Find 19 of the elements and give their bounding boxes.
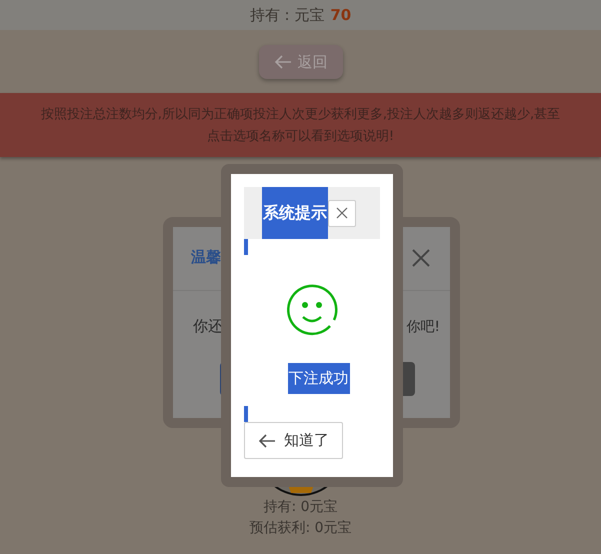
close-button[interactable] xyxy=(328,200,356,226)
close-icon xyxy=(336,207,348,219)
accent-bar xyxy=(244,239,248,255)
success-message: 下注成功 xyxy=(288,363,350,394)
estimated-profit-text: 预估获利: 0元宝 xyxy=(249,519,352,538)
balance-amount: 70 xyxy=(330,6,352,24)
notice-text: 点击选项名称可以看到选项说明! xyxy=(206,128,394,145)
balance-label: 持有 : 元宝 xyxy=(250,6,324,24)
arrow-left-icon xyxy=(274,54,292,70)
acknowledge-button[interactable]: 知道了 xyxy=(244,422,343,459)
smiley-icon xyxy=(286,284,338,336)
held-text: 持有: 0元宝 xyxy=(263,498,338,517)
dialog-text: 你吧! xyxy=(406,318,440,336)
close-icon[interactable] xyxy=(412,249,430,267)
notice-text: 按照投注总注数均分,所以同为正确项投注人次更少获利更多,投注人次越多则返还越少,甚至 xyxy=(40,106,560,123)
dialog-title: 系统提示 xyxy=(262,187,328,239)
dialog-title: 温馨 xyxy=(191,248,221,267)
arrow-left-icon xyxy=(258,432,276,448)
accent-bar xyxy=(244,406,248,422)
